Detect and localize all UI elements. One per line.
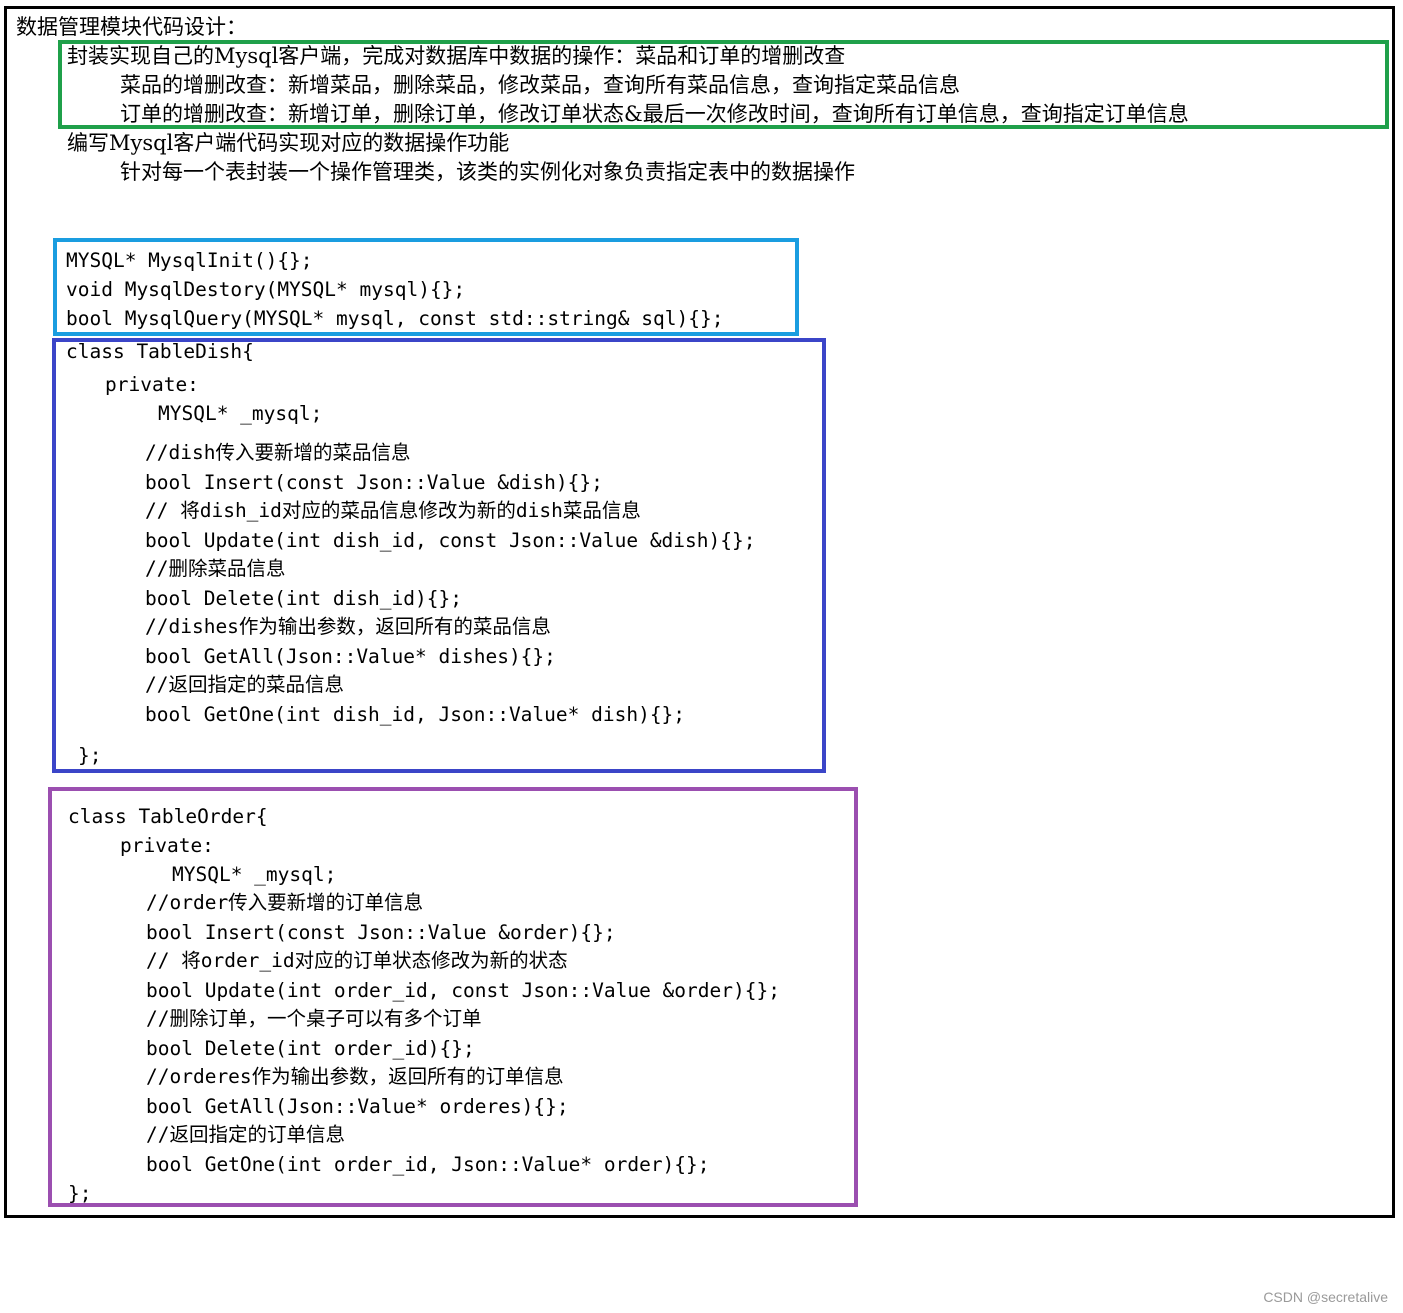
code-line: bool MysqlQuery(MYSQL* mysql, const std:… [66, 307, 724, 330]
client-note: 针对每一个表封装一个操作管理类，该类的实例化对象负责指定表中的数据操作 [120, 160, 855, 184]
code-line: bool GetAll(Json::Value* orderes){}; [146, 1095, 569, 1118]
client-heading: 编写Mysql客户端代码实现对应的数据操作功能 [67, 131, 510, 155]
code-line: // 将order_id对应的订单状态修改为新的状态 [146, 949, 568, 972]
code-line: //orderes作为输出参数，返回所有的订单信息 [146, 1065, 564, 1088]
wrapper-highlight-box [58, 40, 1389, 129]
code-line: bool Insert(const Json::Value &dish){}; [145, 471, 603, 494]
code-line: bool Delete(int dish_id){}; [145, 587, 462, 610]
code-line: //dish传入要新增的菜品信息 [145, 441, 411, 464]
code-line: bool GetOne(int order_id, Json::Value* o… [146, 1153, 710, 1176]
code-line: //order传入要新增的订单信息 [146, 891, 424, 914]
page-title: 数据管理模块代码设计： [16, 15, 247, 39]
code-line: //dishes作为输出参数，返回所有的菜品信息 [145, 615, 551, 638]
member-variable: MYSQL* _mysql; [158, 402, 323, 425]
class-close: }; [78, 744, 102, 767]
code-line: bool Insert(const Json::Value &order){}; [146, 921, 616, 944]
code-line: bool GetAll(Json::Value* dishes){}; [145, 645, 556, 668]
code-line: //删除菜品信息 [145, 557, 286, 580]
member-variable: MYSQL* _mysql; [172, 863, 337, 886]
code-line: bool Update(int order_id, const Json::Va… [146, 979, 780, 1002]
code-line: void MysqlDestory(MYSQL* mysql){}; [66, 278, 466, 301]
code-line: //删除订单，一个桌子可以有多个订单 [146, 1007, 482, 1030]
code-line: // 将dish_id对应的菜品信息修改为新的dish菜品信息 [145, 499, 641, 522]
code-line: //返回指定的订单信息 [146, 1123, 345, 1146]
code-line: //返回指定的菜品信息 [145, 673, 344, 696]
class-declaration: class TableDish{ [66, 340, 254, 363]
class-declaration: class TableOrder{ [68, 805, 268, 828]
code-line: bool GetOne(int dish_id, Json::Value* di… [145, 703, 686, 726]
class-close: }; [68, 1182, 92, 1205]
code-line: MYSQL* MysqlInit(){}; [66, 249, 313, 272]
code-line: bool Delete(int order_id){}; [146, 1037, 475, 1060]
csdn-watermark: CSDN @secretalive [1263, 1289, 1388, 1305]
access-specifier: private: [120, 834, 214, 857]
code-line: bool Update(int dish_id, const Json::Val… [145, 529, 756, 552]
access-specifier: private: [105, 373, 199, 396]
